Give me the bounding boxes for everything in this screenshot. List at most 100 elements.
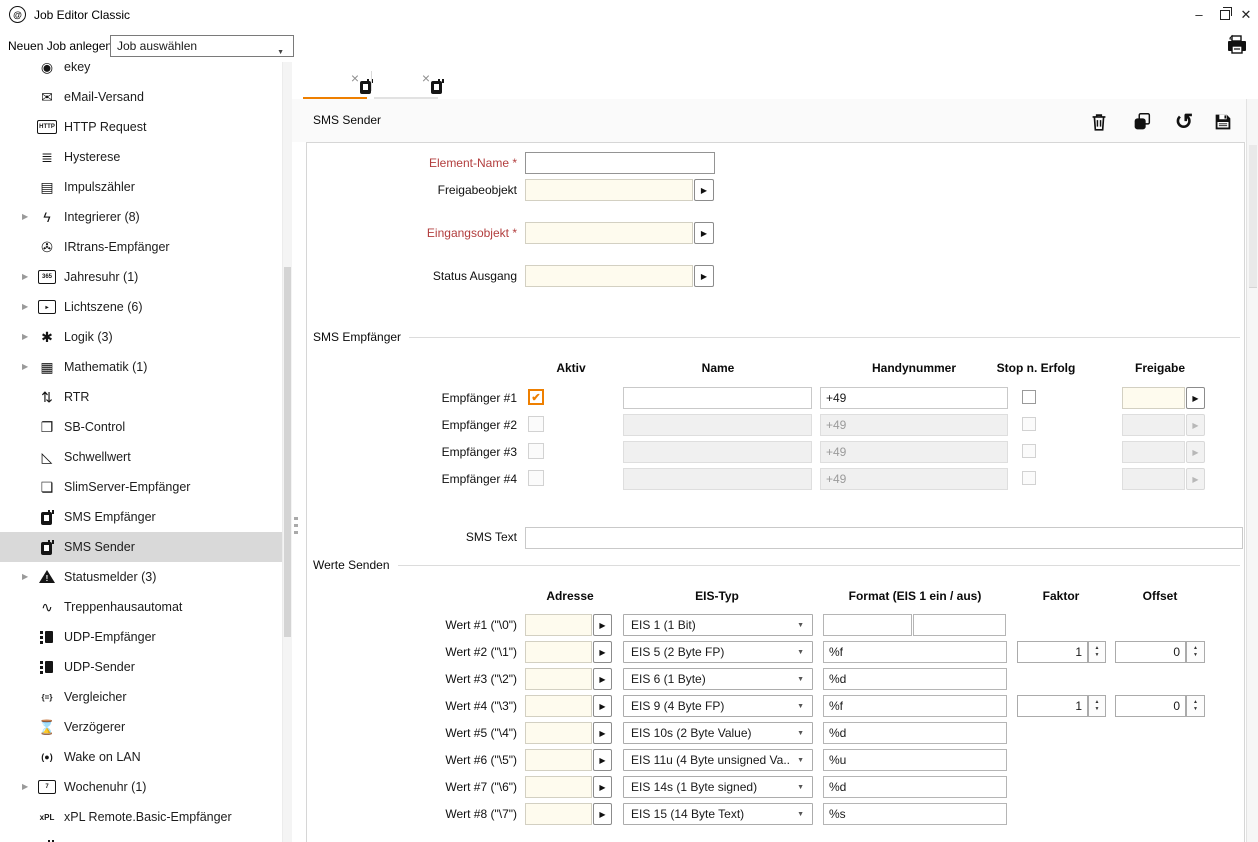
status-ausgang-input[interactable] xyxy=(525,265,693,287)
tab-close-icon[interactable]: × xyxy=(351,70,359,86)
sidebar-item-logik-3[interactable]: ▶✱Logik (3) xyxy=(0,322,282,352)
offset-spinner-2[interactable]: ▲▼ xyxy=(1186,641,1205,663)
eis-typ-select-6[interactable]: EIS 11u (4 Byte unsigned Va...▼ xyxy=(623,749,813,771)
eis-typ-select-7[interactable]: EIS 14s (1 Byte signed)▼ xyxy=(623,776,813,798)
expand-arrow-icon[interactable]: ▶ xyxy=(22,362,34,371)
adresse-picker-button-4[interactable]: ▶ xyxy=(593,695,612,717)
handynummer-input-1[interactable] xyxy=(820,387,1008,409)
adresse-picker-button-1[interactable]: ▶ xyxy=(593,614,612,636)
offset-spinner-4[interactable]: ▲▼ xyxy=(1186,695,1205,717)
sidebar-splitter[interactable] xyxy=(292,62,306,842)
faktor-spinner-4[interactable]: ▲▼ xyxy=(1088,695,1106,717)
offset-input-2[interactable] xyxy=(1115,641,1186,663)
expand-arrow-icon[interactable]: ▶ xyxy=(22,782,34,791)
sidebar-item-wochenuhr-1[interactable]: ▶7Wochenuhr (1) xyxy=(0,772,282,802)
eis-typ-select-5[interactable]: EIS 10s (2 Byte Value)▼ xyxy=(623,722,813,744)
adresse-picker-button-8[interactable]: ▶ xyxy=(593,803,612,825)
format-input-2[interactable] xyxy=(823,641,1007,663)
aktiv-checkbox-1[interactable]: ✔ xyxy=(528,389,544,405)
element-name-input[interactable] xyxy=(525,152,715,174)
panel-scrollbar[interactable] xyxy=(1246,99,1258,842)
sidebar-item-mathematik-1[interactable]: ▶▦Mathematik (1) xyxy=(0,352,282,382)
format-input-8[interactable] xyxy=(823,803,1007,825)
faktor-spinner-2[interactable]: ▲▼ xyxy=(1088,641,1106,663)
adresse-picker-button-3[interactable]: ▶ xyxy=(593,668,612,690)
sidebar-item-xpl-remote-basic-empf-nger[interactable]: xPLxPL Remote.Basic-Empfänger xyxy=(0,802,282,832)
format-ein-input-1[interactable] xyxy=(823,614,912,636)
eingangsobjekt-picker-button[interactable]: ▶ xyxy=(694,222,714,244)
eis-typ-select-2[interactable]: EIS 5 (2 Byte FP)▼ xyxy=(623,641,813,663)
duplicate-button[interactable] xyxy=(1129,109,1155,135)
name-input-1[interactable] xyxy=(623,387,812,409)
stop-checkbox-1[interactable] xyxy=(1022,390,1036,404)
status-ausgang-picker-button[interactable]: ▶ xyxy=(694,265,714,287)
format-input-4[interactable] xyxy=(823,695,1007,717)
freigabeobjekt-picker-button[interactable]: ▶ xyxy=(694,179,714,201)
sidebar-item-item[interactable] xyxy=(0,832,282,842)
format-input-6[interactable] xyxy=(823,749,1007,771)
freigabe-picker-button-1[interactable]: ▶ xyxy=(1186,387,1205,409)
faktor-input-2[interactable] xyxy=(1017,641,1088,663)
sidebar-item-wake-on-lan[interactable]: (●)Wake on LAN xyxy=(0,742,282,772)
sidebar-scrollbar-thumb[interactable] xyxy=(284,267,291,637)
format-input-7[interactable] xyxy=(823,776,1007,798)
adresse-input-5[interactable] xyxy=(525,722,592,744)
print-button[interactable] xyxy=(1224,33,1250,59)
sidebar-item-udp-empf-nger[interactable]: UDP-Empfänger xyxy=(0,622,282,652)
format-aus-input-1[interactable] xyxy=(913,614,1006,636)
adresse-input-4[interactable] xyxy=(525,695,592,717)
adresse-input-7[interactable] xyxy=(525,776,592,798)
sidebar-scrollbar[interactable] xyxy=(282,62,292,842)
sidebar-item-sms-sender[interactable]: SMS Sender xyxy=(0,532,282,562)
reset-button[interactable]: ↺ xyxy=(1171,109,1197,135)
save-button[interactable] xyxy=(1210,109,1236,135)
adresse-input-1[interactable] xyxy=(525,614,592,636)
sidebar-item-lichtszene-6[interactable]: ▶▸Lichtszene (6) xyxy=(0,292,282,322)
adresse-picker-button-2[interactable]: ▶ xyxy=(593,641,612,663)
tab-close-icon[interactable]: × xyxy=(422,70,430,86)
sidebar-item-integrierer-8[interactable]: ▶ϟIntegrierer (8) xyxy=(0,202,282,232)
adresse-input-3[interactable] xyxy=(525,668,592,690)
close-button[interactable]: ✕ xyxy=(1234,0,1258,29)
sidebar-item-schwellwert[interactable]: ◺Schwellwert xyxy=(0,442,282,472)
delete-button[interactable] xyxy=(1086,109,1112,135)
sidebar-item-sb-control[interactable]: ❐SB-Control xyxy=(0,412,282,442)
adresse-input-8[interactable] xyxy=(525,803,592,825)
sidebar-item-rtr[interactable]: ⇅RTR xyxy=(0,382,282,412)
freigabe-input-1[interactable] xyxy=(1122,387,1185,409)
sidebar-item-slimserver-empf-nger[interactable]: ❏SlimServer-Empfänger xyxy=(0,472,282,502)
sidebar-item-statusmelder-3[interactable]: ▶!Statusmelder (3) xyxy=(0,562,282,592)
sidebar-item-treppenhausautomat[interactable]: ∿Treppenhausautomat xyxy=(0,592,282,622)
expand-arrow-icon[interactable]: ▶ xyxy=(22,332,34,341)
expand-arrow-icon[interactable]: ▶ xyxy=(22,302,34,311)
sidebar-item-vergleicher[interactable]: {=}Vergleicher xyxy=(0,682,282,712)
sidebar-item-http-request[interactable]: HTTPHTTP Request xyxy=(0,112,282,142)
job-select-dropdown[interactable]: Job auswählen ▼ xyxy=(110,35,294,57)
adresse-picker-button-5[interactable]: ▶ xyxy=(593,722,612,744)
faktor-input-4[interactable] xyxy=(1017,695,1088,717)
sms-text-input[interactable] xyxy=(525,527,1243,549)
sidebar-item-ekey[interactable]: ◉ekey xyxy=(0,62,282,82)
sidebar-item-verz-gerer[interactable]: ⌛Verzögerer xyxy=(0,712,282,742)
expand-arrow-icon[interactable]: ▶ xyxy=(22,212,34,221)
tab-sms-sender-1[interactable]: × xyxy=(303,62,367,99)
expand-arrow-icon[interactable]: ▶ xyxy=(22,272,34,281)
adresse-input-6[interactable] xyxy=(525,749,592,771)
sidebar-item-email-versand[interactable]: ✉eMail-Versand xyxy=(0,82,282,112)
sidebar-item-jahresuhr-1[interactable]: ▶365Jahresuhr (1) xyxy=(0,262,282,292)
eis-typ-select-4[interactable]: EIS 9 (4 Byte FP)▼ xyxy=(623,695,813,717)
eis-typ-select-1[interactable]: EIS 1 (1 Bit)▼ xyxy=(623,614,813,636)
offset-input-4[interactable] xyxy=(1115,695,1186,717)
expand-arrow-icon[interactable]: ▶ xyxy=(22,572,34,581)
tab-sms-sender-2[interactable]: × xyxy=(374,62,438,99)
sidebar-item-udp-sender[interactable]: UDP-Sender xyxy=(0,652,282,682)
eingangsobjekt-input[interactable] xyxy=(525,222,693,244)
eis-typ-select-3[interactable]: EIS 6 (1 Byte)▼ xyxy=(623,668,813,690)
adresse-picker-button-6[interactable]: ▶ xyxy=(593,749,612,771)
panel-scrollbar-thumb[interactable] xyxy=(1249,145,1257,288)
format-input-5[interactable] xyxy=(823,722,1007,744)
eis-typ-select-8[interactable]: EIS 15 (14 Byte Text)▼ xyxy=(623,803,813,825)
freigabeobjekt-input[interactable] xyxy=(525,179,693,201)
sidebar-item-impulsz-hler[interactable]: ▤Impulszähler xyxy=(0,172,282,202)
adresse-input-2[interactable] xyxy=(525,641,592,663)
